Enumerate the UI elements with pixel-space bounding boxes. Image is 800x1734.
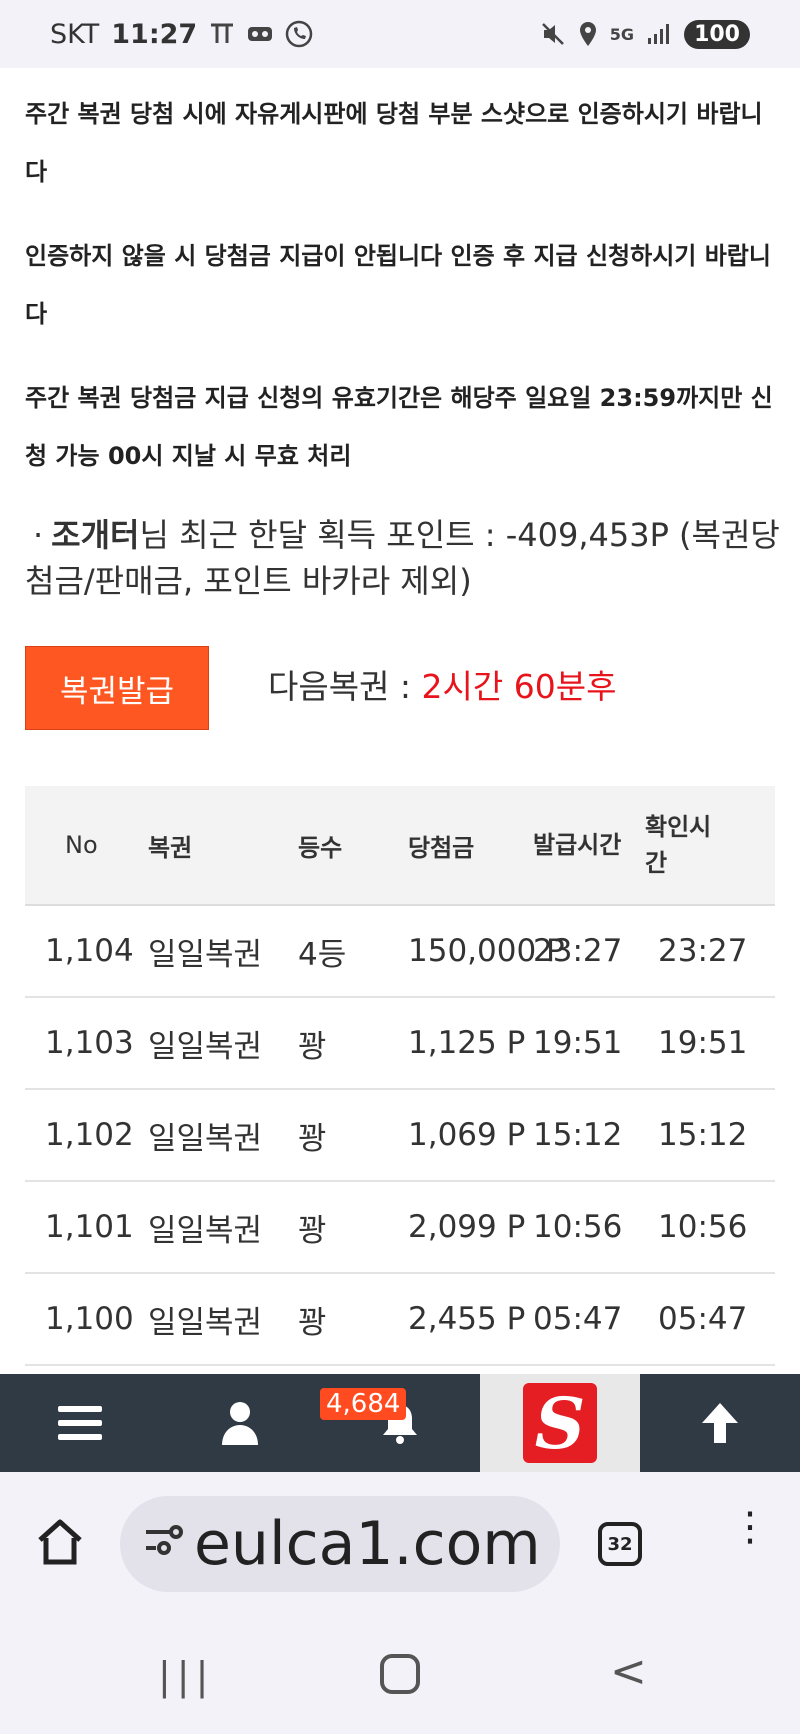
row-prize: 150,000 P [408,933,565,969]
lottery-history-table: No 복권 등수 당첨금 발급시간 확인시간 1,104 일일복권 4등 150… [25,786,775,1366]
row-rank: 꽝 [298,1120,327,1157]
row-lottery: 일일복권 [148,1028,263,1065]
battery-indicator: 100 [684,19,750,49]
row-issued: 19:51 [533,1025,623,1061]
table-row: 1,100 일일복권 꽝 2,455 P 05:47 05:47 [25,1274,775,1366]
issue-lottery-button[interactable]: 복권발급 [25,646,209,730]
notice-verification: 인증하지 않을 시 당첨금 지급이 안됩니다 인증 후 지급 신청하시기 바랍니… [25,242,771,328]
carrier-label: SKT [50,18,100,50]
row-checked: 19:51 [658,1025,748,1061]
row-rank: 4등 [298,936,347,973]
user-icon [222,1402,258,1445]
row-issued: 23:27 [533,933,623,969]
home-button[interactable] [34,1516,86,1572]
voicemail-icon [247,24,273,44]
back-icon[interactable]: < [610,1646,647,1697]
clock: 11:27 [111,18,198,50]
bottom-app-nav: S 4,684 [0,1374,800,1472]
row-prize: 2,099 P [408,1209,526,1245]
address-bar[interactable]: eulca1.com [120,1496,560,1592]
table-row: 1,103 일일복권 꽝 1,125 P 19:51 19:51 [25,998,775,1090]
col-header-prize: 당첨금 [408,833,475,862]
row-prize: 1,125 P [408,1025,526,1061]
arrow-up-icon [702,1403,738,1443]
tab-switcher-button[interactable]: 32 [598,1522,642,1566]
row-rank: 꽝 [298,1028,327,1065]
more-menu-icon[interactable]: ⋮ [730,1507,770,1547]
col-header-no: No [65,831,98,859]
bullet: · [33,516,44,554]
col-header-issued: 발급시간 [533,831,622,859]
username: 조개터 [51,516,140,554]
location-icon [578,21,598,47]
row-issued: 10:56 [533,1209,623,1245]
table-row: 1,104 일일복권 4등 150,000 P 23:27 23:27 [25,906,775,998]
row-no: 1,101 [45,1209,134,1245]
tmap-icon [209,22,235,46]
site-logo-button[interactable]: S [480,1374,640,1472]
next-lottery-label: 다음복권 : [268,667,422,706]
col-header-lottery: 복권 [148,833,193,862]
browser-toolbar: eulca1.com 32 ⋮ [0,1472,800,1614]
notice-screenshot: 주간 복권 당첨 시에 자유게시판에 당첨 부분 스샷으로 인증하시기 바랍니다 [25,100,763,186]
row-checked: 05:47 [658,1301,748,1337]
row-issued: 15:12 [533,1117,623,1153]
next-lottery-time: 2시간 60분후 [421,667,617,706]
row-lottery: 일일복권 [148,1120,263,1157]
notification-count-badge: 4,684 [320,1388,407,1420]
network-5g-icon: 5G [609,24,635,44]
row-checked: 10:56 [658,1209,748,1245]
home-icon [38,1519,82,1565]
row-prize: 2,455 P [408,1301,526,1337]
row-no: 1,104 [45,933,134,969]
row-checked: 15:12 [658,1117,748,1153]
row-lottery: 일일복권 [148,1304,263,1341]
row-checked: 23:27 [658,933,748,969]
system-home-icon[interactable] [380,1654,420,1694]
col-header-rank: 등수 [298,833,343,862]
url-text: eulca1.com [194,1509,541,1579]
row-lottery: 일일복권 [148,1212,263,1249]
scroll-top-button[interactable] [640,1374,800,1472]
recent-apps-icon[interactable]: ||| [158,1654,214,1698]
row-no: 1,102 [45,1117,134,1153]
row-no: 1,100 [45,1301,134,1337]
row-no: 1,103 [45,1025,134,1061]
row-prize: 1,069 P [408,1117,526,1153]
call-icon [285,20,313,48]
signal-icon [646,22,672,46]
menu-icon [58,1406,102,1440]
system-nav-bar: ||| < [0,1614,800,1734]
table-header: No 복권 등수 당첨금 발급시간 확인시간 [25,786,775,906]
site-settings-icon[interactable] [144,1523,184,1565]
mute-icon [540,21,566,47]
table-row: 1,101 일일복권 꽝 2,099 P 10:56 10:56 [25,1182,775,1274]
menu-button[interactable] [0,1374,160,1472]
profile-button[interactable] [160,1374,320,1472]
next-lottery: 다음복권 : 2시간 60분후 [268,660,616,708]
notice-validity: 주간 복권 당첨금 지급 신청의 유효기간은 해당주 일요일 23:59까지만 … [25,384,773,470]
monthly-points-summary: · 조개터님 최근 한달 획득 포인트 : -409,453P (복권당첨금/판매… [25,512,785,604]
status-bar: SKT 11:27 5G 100 [0,0,800,68]
col-header-checked: 확인시간 [645,813,712,877]
table-row: 1,102 일일복권 꽝 1,069 P 15:12 15:12 [25,1090,775,1182]
row-rank: 꽝 [298,1304,327,1341]
row-lottery: 일일복권 [148,936,263,973]
site-logo: S [523,1382,597,1465]
row-issued: 05:47 [533,1301,623,1337]
row-rank: 꽝 [298,1212,327,1249]
